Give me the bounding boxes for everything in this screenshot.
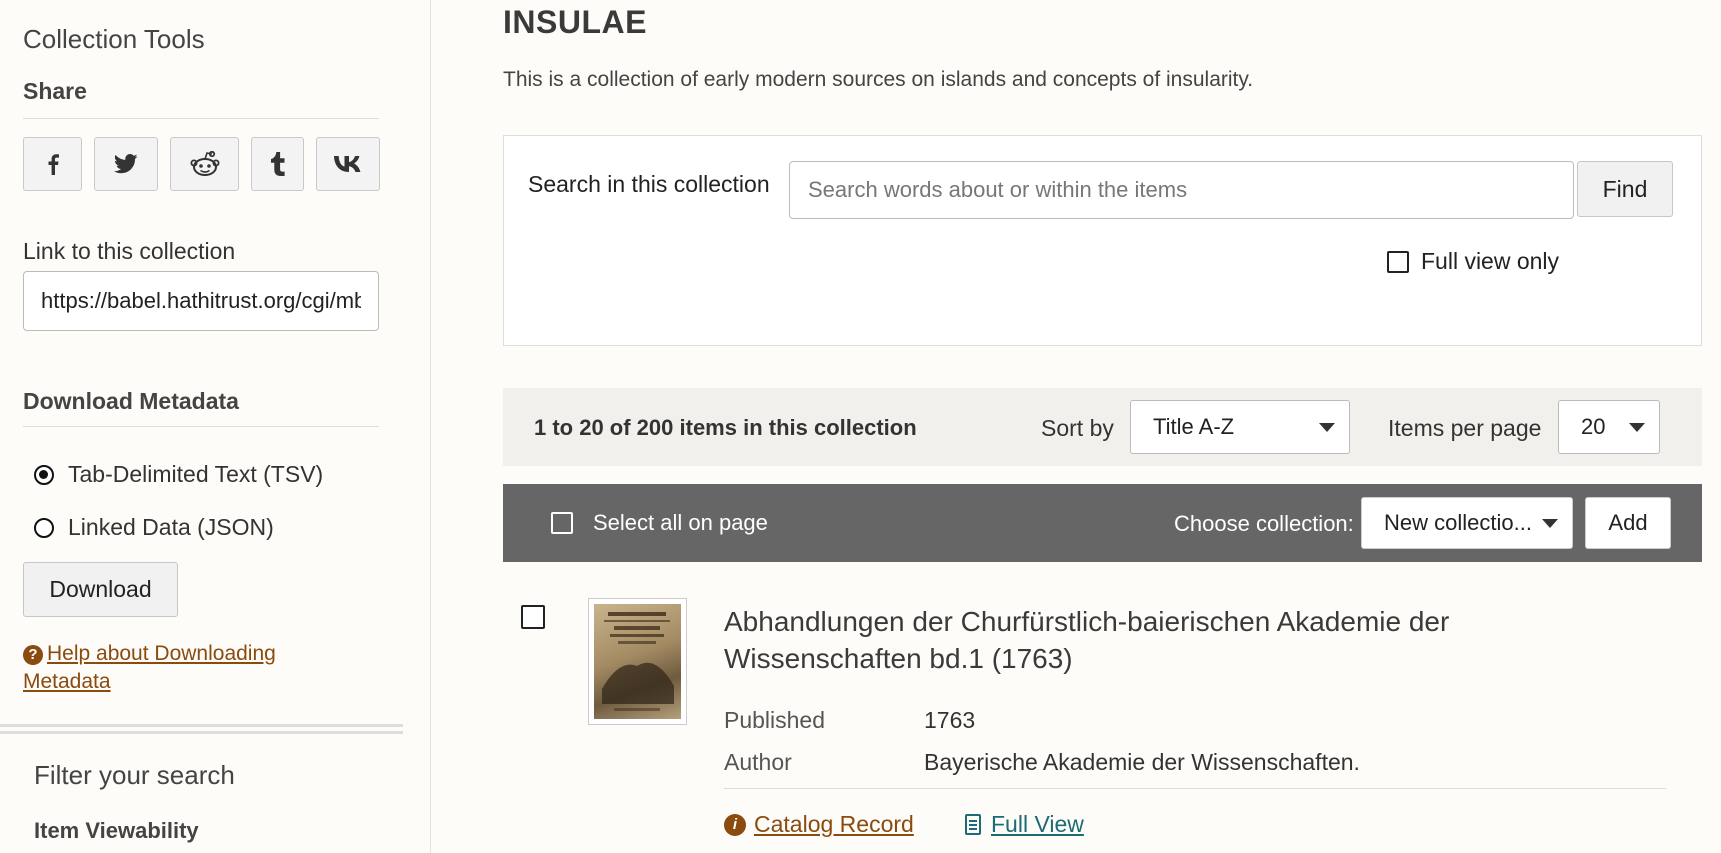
collection-link-input[interactable]: [23, 271, 379, 331]
checkbox-icon: [551, 512, 573, 534]
sidebar: Collection Tools Share Link to this coll…: [0, 0, 431, 853]
share-vk-button[interactable]: [316, 137, 380, 191]
collection-tools-heading: Collection Tools: [23, 24, 205, 54]
format-json-label: Linked Data (JSON): [68, 514, 274, 540]
format-tsv-label: Tab-Delimited Text (TSV): [68, 461, 324, 487]
full-view-only-checkbox[interactable]: Full view only: [1387, 248, 1559, 275]
search-input[interactable]: [789, 161, 1574, 219]
find-button[interactable]: Find: [1577, 161, 1673, 217]
items-per-page-label: Items per page: [1388, 415, 1542, 441]
sort-select[interactable]: Title A-Z: [1130, 400, 1350, 454]
divider: [23, 426, 379, 427]
collection-action-bar: Select all on page Choose collection: Ne…: [503, 484, 1702, 562]
author-value: Bayerische Akademie der Wissenschaften.: [924, 749, 1360, 775]
select-all-checkbox[interactable]: Select all on page: [551, 510, 768, 536]
share-heading: Share: [23, 78, 87, 104]
help-link-label: Help about Downloading Metadata: [23, 642, 276, 693]
link-label: Link to this collection: [23, 238, 236, 264]
items-per-page-value: 20: [1581, 414, 1606, 439]
item-title: Abhandlungen der Churfürstlich-baierisch…: [724, 606, 1450, 674]
info-icon: i: [724, 813, 746, 836]
divider: [724, 788, 1666, 789]
published-value: 1763: [924, 707, 976, 733]
share-facebook-button[interactable]: [23, 137, 82, 191]
select-all-label: Select all on page: [593, 510, 768, 535]
reddit-icon: [190, 151, 220, 177]
full-view-only-label: Full view only: [1421, 248, 1560, 274]
section-divider: [0, 724, 403, 734]
results-count: 1 to 20 of 200 items in this collection: [534, 415, 917, 440]
book-cover-image: [594, 604, 681, 719]
add-button[interactable]: Add: [1585, 497, 1671, 549]
divider: [23, 118, 379, 119]
tumblr-icon: [270, 152, 285, 176]
collection-select-value: New collectio...: [1384, 510, 1532, 535]
choose-collection-select[interactable]: New collectio...: [1361, 497, 1573, 549]
share-reddit-button[interactable]: [170, 137, 239, 191]
share-twitter-button[interactable]: [94, 137, 158, 191]
search-label: Search in this collection: [528, 171, 770, 197]
published-label: Published: [724, 707, 826, 733]
format-tsv-radio[interactable]: Tab-Delimited Text (TSV): [34, 461, 323, 488]
collection-title: INSULAE: [503, 4, 647, 40]
sort-value: Title A-Z: [1153, 414, 1235, 439]
share-buttons: [23, 137, 380, 191]
item-select-checkbox[interactable]: [521, 605, 545, 629]
vk-icon: [334, 156, 362, 172]
collection-description: This is a collection of early modern sou…: [503, 68, 1254, 91]
help-downloading-link[interactable]: ? Help about Downloading Metadata: [23, 640, 323, 696]
radio-unselected-icon: [34, 517, 54, 538]
collection-search-panel: Search in this collection Find Full view…: [503, 135, 1702, 346]
checkbox-icon: [1387, 250, 1409, 273]
chevron-down-icon: [1629, 423, 1645, 432]
catalog-record-label: Catalog Record: [754, 811, 914, 837]
facebook-icon: [46, 153, 60, 175]
items-per-page-select[interactable]: 20: [1558, 400, 1660, 454]
share-tumblr-button[interactable]: [251, 137, 304, 191]
full-view-label: Full View: [991, 811, 1084, 837]
item-thumbnail[interactable]: [588, 598, 687, 725]
download-button[interactable]: Download: [23, 562, 178, 617]
download-metadata-heading: Download Metadata: [23, 388, 239, 414]
filter-heading: Filter your search: [34, 760, 235, 790]
author-label: Author: [724, 749, 792, 775]
format-json-radio[interactable]: Linked Data (JSON): [34, 514, 274, 541]
catalog-record-link[interactable]: i Catalog Record: [724, 811, 914, 838]
radio-selected-icon: [34, 464, 54, 485]
help-icon: ?: [23, 645, 43, 665]
sort-label: Sort by: [1041, 415, 1114, 441]
full-view-link[interactable]: Full View: [965, 811, 1084, 838]
results-toolbar: 1 to 20 of 200 items in this collection …: [503, 388, 1702, 466]
twitter-icon: [114, 154, 138, 174]
choose-collection-label: Choose collection:: [1174, 511, 1354, 536]
chevron-down-icon: [1542, 519, 1558, 528]
chevron-down-icon: [1319, 423, 1335, 432]
document-icon: [965, 814, 981, 835]
item-viewability-heading: Item Viewability: [34, 818, 199, 843]
